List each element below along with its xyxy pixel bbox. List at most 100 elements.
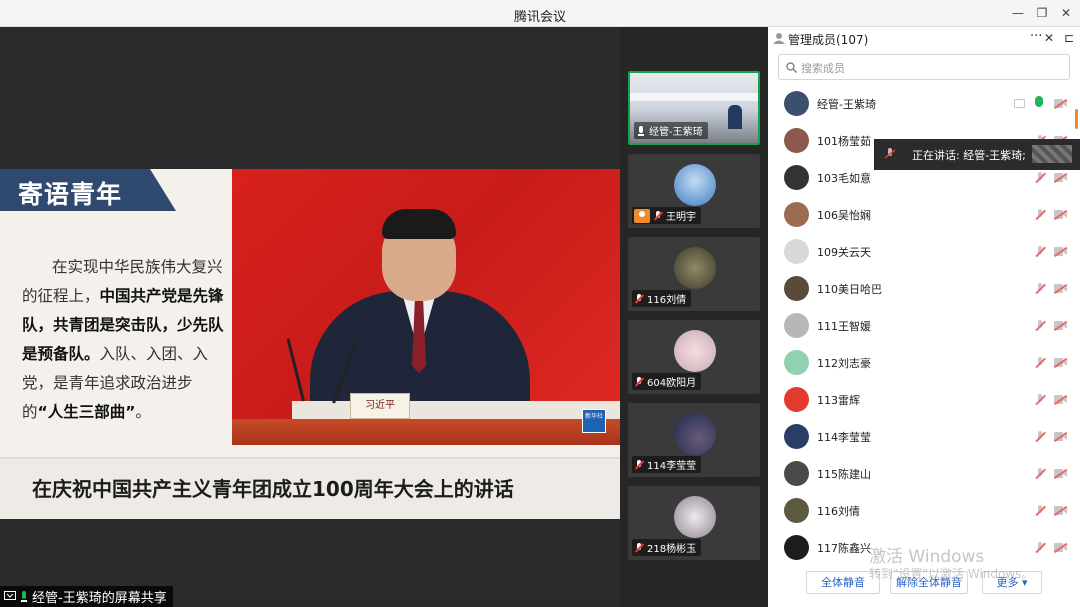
member-panel: 管理成员(107) ··· ✕ ⊏ 搜索成员 经管-王紫琦 101杨莹茹 103… [768, 27, 1080, 607]
slide-banner-text: 寄语青年 [18, 180, 123, 209]
close-panel-button[interactable]: ✕ [1044, 31, 1054, 45]
mic-muted-icon[interactable] [1034, 320, 1046, 332]
video-tile[interactable]: 王明宇 [628, 154, 760, 228]
camera-off-icon[interactable] [1053, 394, 1068, 405]
slide-caption-bar: 在庆祝中国共产主义青年团成立100周年大会上的讲话 [0, 457, 620, 519]
camera-off-icon[interactable] [1053, 209, 1068, 220]
screen-share-icon [4, 591, 16, 600]
speaking-indicator: 正在讲话: 经管-王紫琦; [874, 139, 1080, 170]
mic-muted-icon[interactable] [1034, 209, 1046, 221]
screen-share-view[interactable]: 寄语青年 在实现中华民族伟大复兴的征程上，中国共产党是先锋队，共青团是突击队，少… [0, 27, 620, 607]
list-item[interactable]: 110美日哈巴 [768, 270, 1080, 307]
video-tile-name: 604欧阳月 [647, 378, 697, 389]
video-tile[interactable]: 114李莹莹 [628, 403, 760, 477]
mic-muted-icon[interactable] [1034, 394, 1046, 406]
slide-caption: 在庆祝中国共产主义青年团成立100周年大会上的讲话 [32, 477, 514, 501]
video-tile[interactable]: 经管-王紫琦 [628, 71, 760, 145]
mic-muted-icon[interactable] [1034, 431, 1046, 443]
more-options-button[interactable]: ··· [1030, 29, 1042, 44]
speaker-thumbnail [1032, 145, 1072, 163]
list-item[interactable]: 106吴怡娴 [768, 196, 1080, 233]
video-tile-name: 114李莹莹 [647, 461, 697, 472]
avatar [674, 413, 716, 455]
avatar [674, 164, 716, 206]
mic-on-icon [636, 125, 646, 136]
slide-text-bold-2: “人生三部曲” [37, 403, 136, 421]
camera-off-icon[interactable] [1053, 320, 1068, 331]
mic-muted-icon[interactable] [1034, 505, 1046, 517]
list-item[interactable]: 115陈建山 [768, 455, 1080, 492]
member-panel-title: 管理成员(107) [788, 33, 869, 47]
camera-off-icon[interactable] [1053, 246, 1068, 257]
mic-muted-icon[interactable] [1034, 246, 1046, 258]
list-item[interactable]: 113雷辉 [768, 381, 1080, 418]
speaker-photo: 习近平 新华社 [232, 169, 620, 445]
slide-banner: 寄语青年 [0, 169, 176, 211]
search-icon [786, 62, 797, 73]
camera-off-icon[interactable] [1053, 468, 1068, 479]
member-name: 115陈建山 [817, 468, 871, 481]
member-name: 106吴怡娴 [817, 209, 871, 222]
avatar [784, 424, 809, 449]
slide-body-text: 在实现中华民族伟大复兴的征程上，中国共产党是先锋队，共青团是突击队，少先队是预备… [22, 253, 232, 427]
mic-muted-icon [884, 148, 896, 159]
close-window-button[interactable]: ✕ [1058, 5, 1074, 21]
mic-muted-icon[interactable] [1034, 357, 1046, 369]
camera-off-icon[interactable] [1053, 357, 1068, 368]
table [292, 401, 620, 419]
list-item[interactable]: 109关云天 [768, 233, 1080, 270]
list-item[interactable]: 116刘倩 [768, 492, 1080, 529]
list-item[interactable]: 经管-王紫琦 [768, 85, 1080, 122]
video-tile[interactable]: 116刘倩 [628, 237, 760, 311]
collapse-panel-button[interactable]: ⊏ [1064, 31, 1074, 45]
restore-button[interactable]: ❐ [1034, 5, 1050, 21]
camera-off-icon[interactable] [1053, 172, 1068, 183]
mic-muted-icon [634, 542, 644, 553]
member-name: 116刘倩 [817, 505, 860, 518]
camera-off-icon[interactable] [1053, 542, 1068, 553]
person-hair [382, 209, 456, 239]
camera-off-icon[interactable] [1053, 98, 1068, 109]
camera-off-icon[interactable] [1053, 505, 1068, 516]
ceiling-lights [630, 93, 758, 101]
avatar [784, 387, 809, 412]
member-name: 经管-王紫琦 [817, 98, 876, 111]
speaking-text: 正在讲话: 经管-王紫琦; [912, 148, 1026, 162]
mic-muted-icon[interactable] [1034, 172, 1046, 184]
slide-text-3: 。 [135, 403, 151, 421]
list-item[interactable]: 111王智媛 [768, 307, 1080, 344]
list-item[interactable]: 114李莹莹 [768, 418, 1080, 455]
camera-off-icon[interactable] [1053, 283, 1068, 294]
mic-on-icon[interactable] [1035, 96, 1043, 107]
member-name: 109关云天 [817, 246, 871, 259]
avatar [784, 535, 809, 560]
minimize-button[interactable]: — [1010, 5, 1026, 21]
nameplate: 习近平 [350, 393, 410, 419]
person-in-meeting [728, 105, 742, 129]
scrollbar[interactable] [1075, 109, 1078, 129]
avatar [674, 330, 716, 372]
member-name: 113雷辉 [817, 394, 860, 407]
camera-off-icon[interactable] [1053, 431, 1068, 442]
screen-share-owner: 经管-王紫琦的屏幕共享 [32, 591, 167, 606]
video-tile-name: 王明宇 [666, 212, 696, 223]
screen-share-label: 经管-王紫琦的屏幕共享 [0, 586, 173, 607]
member-name: 117陈鑫兴 [817, 542, 871, 555]
member-name: 112刘志豪 [817, 357, 871, 370]
avatar [784, 91, 809, 116]
mic-muted-icon[interactable] [1034, 283, 1046, 295]
list-item[interactable]: 112刘志豪 [768, 344, 1080, 381]
mic-muted-icon [634, 293, 644, 304]
mic-muted-icon [634, 459, 644, 470]
member-name: 114李莹莹 [817, 431, 871, 444]
video-tile[interactable]: 604欧阳月 [628, 320, 760, 394]
avatar [784, 350, 809, 375]
mic-on-icon [21, 590, 27, 602]
activation-watermark: 激活 Windows [869, 547, 985, 567]
screen-share-icon [1014, 99, 1025, 108]
member-name: 111王智媛 [817, 320, 871, 333]
video-tile[interactable]: 218杨彬玉 [628, 486, 760, 560]
mic-muted-icon[interactable] [1034, 468, 1046, 480]
member-search-input[interactable]: 搜索成员 [778, 54, 1070, 80]
mic-muted-icon[interactable] [1034, 542, 1046, 554]
